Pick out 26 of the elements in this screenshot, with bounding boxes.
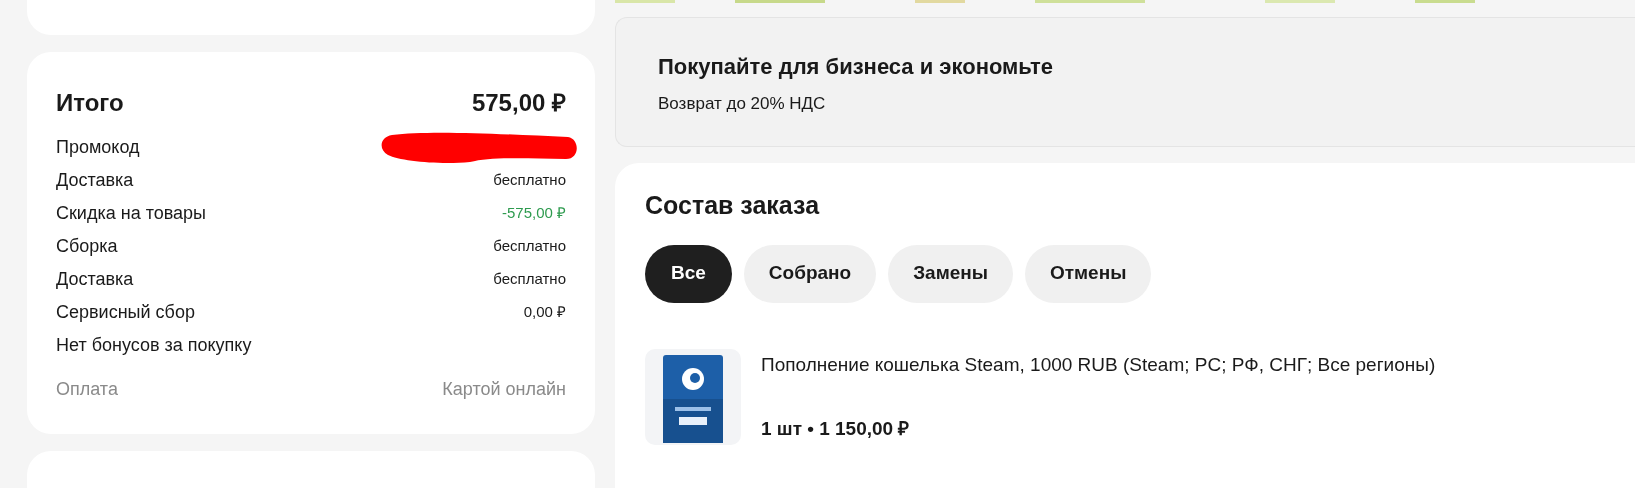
summary-label: Сборка	[56, 235, 118, 258]
filter-chip[interactable]: Все	[645, 244, 732, 303]
payment-label: Оплата	[56, 378, 118, 401]
order-title: Состав заказа	[645, 190, 821, 221]
summary-value: -575,00 ₽	[501, 203, 566, 224]
product-name[interactable]: Пополнение кошелька Steam, 1000 RUB (Steam; PC; РФ, СНГ; Все регионы)	[761, 350, 1436, 379]
banner-subtitle: Возврат до 20% НДС	[658, 93, 827, 115]
banner-title: Покупайте для бизнеса и экономьте	[658, 53, 1054, 81]
summary-label: Сервисный сбор	[56, 301, 195, 324]
summary-value: бесплатно	[493, 269, 566, 290]
summary-label: Доставка	[56, 169, 134, 192]
filter-chip[interactable]: Собрано	[743, 244, 877, 303]
summary-value: 0,00 ₽	[523, 302, 566, 323]
summary-title: Итого	[56, 88, 124, 118]
summary-label: Скидка на товары	[56, 202, 207, 225]
summary-value: бесплатно	[493, 236, 566, 257]
filter-chip[interactable]: Замены	[888, 244, 1013, 303]
summary-value: бесплатно	[493, 170, 566, 191]
payment-value: Картой онлайн	[442, 378, 566, 401]
product-quantity-price: 1 шт • 1 150,00 ₽	[761, 417, 911, 441]
business-banner[interactable]: Покупайте для бизнеса и экономьте Возврат до 20% НДС	[615, 17, 1635, 147]
filter-chip[interactable]: Отмены	[1025, 244, 1152, 303]
summary-label: Промокод	[56, 136, 140, 159]
summary-label: Доставка	[56, 268, 134, 291]
summary-label: Нет бонусов за покупку	[56, 334, 252, 357]
summary-total: 575,00 ₽	[471, 88, 566, 118]
